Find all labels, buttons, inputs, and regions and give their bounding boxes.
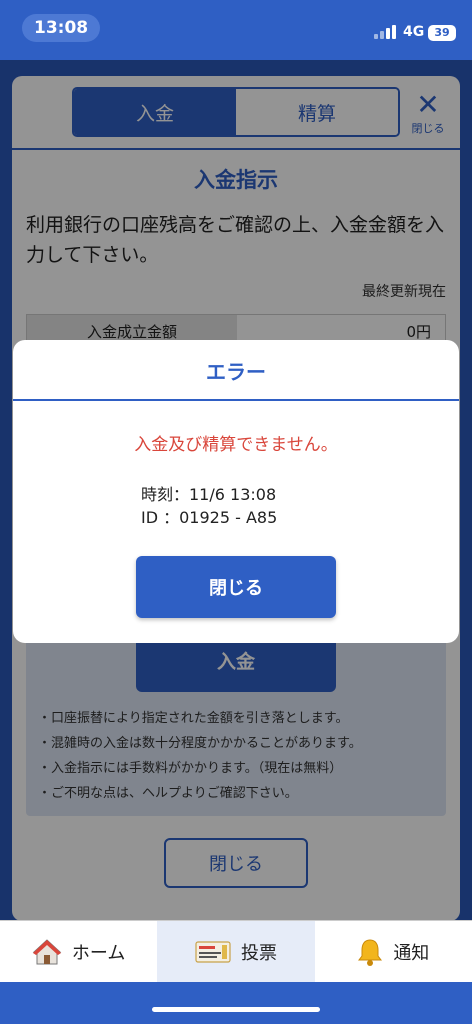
error-message: 入金及び精算できません。 (134, 435, 338, 455)
status-time: 13:08 (22, 14, 101, 42)
modal-title: エラー (206, 360, 266, 384)
error-id: ID ：01925 - A85 (141, 508, 278, 527)
status-bar: 13:08 4G 39 (0, 0, 472, 60)
nav-notice[interactable]: 通知 (315, 921, 472, 982)
modal-divider (13, 399, 459, 401)
home-indicator[interactable] (152, 1007, 320, 1012)
nav-vote[interactable]: 投票 (157, 921, 315, 982)
network-type: 4G (403, 24, 425, 40)
nav-notice-label: 通知 (393, 942, 430, 964)
nav-home-label: ホーム (71, 942, 126, 964)
error-details: 時刻：11/6 13:08 ID ：01925 - A85 (141, 483, 277, 529)
bottom-nav: ホーム 投票 通知 (0, 920, 472, 982)
nav-home[interactable]: ホーム (0, 921, 157, 982)
bell-icon (358, 938, 383, 966)
battery-icon: 39 (428, 25, 456, 41)
signal-icon (374, 23, 398, 39)
home-icon (32, 938, 62, 964)
error-modal: エラー 入金及び精算できません。 時刻：11/6 13:08 ID ：01925… (13, 340, 459, 643)
modal-close-button[interactable]: 閉じる (136, 556, 336, 618)
ticket-icon (195, 940, 231, 963)
error-time: 時刻：11/6 13:08 (141, 485, 277, 504)
nav-vote-label: 投票 (240, 942, 277, 964)
